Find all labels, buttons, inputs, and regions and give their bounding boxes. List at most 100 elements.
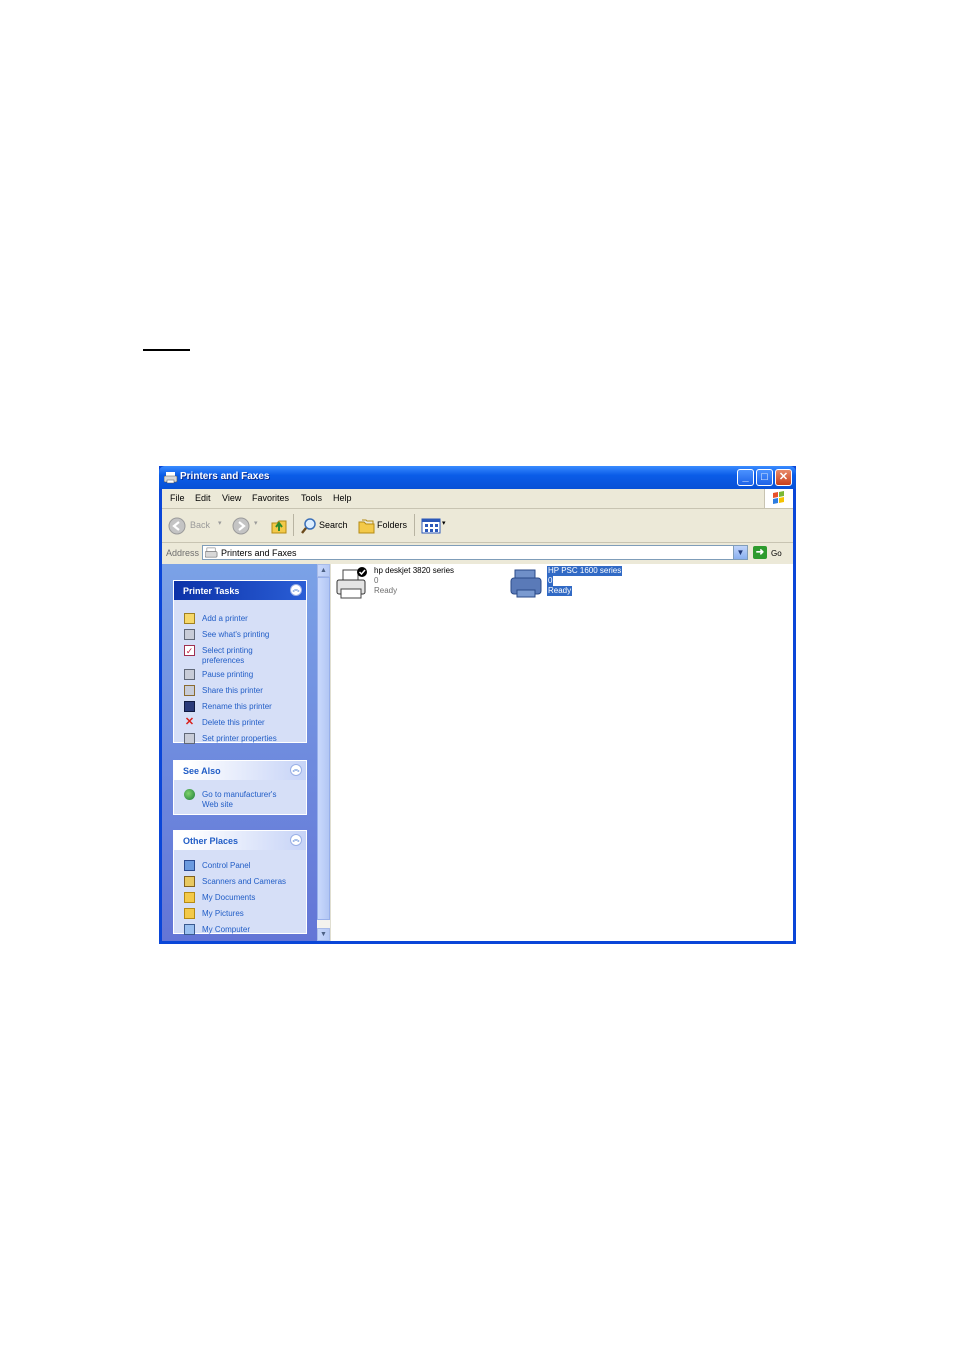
toolbar-separator (414, 514, 415, 536)
vertical-scrollbar[interactable]: ▲ ▼ (317, 564, 331, 941)
printer-name: hp deskjet 3820 series (374, 566, 455, 575)
address-value: Printers and Faxes (221, 548, 297, 558)
scroll-down-icon[interactable]: ▼ (317, 928, 330, 941)
printer-folder-icon (164, 472, 178, 484)
views-dropdown-icon[interactable]: ▾ (442, 519, 446, 527)
task-label: Add a printer (202, 614, 248, 623)
printer-tasks-header[interactable]: Printer Tasks ︽ (174, 581, 306, 600)
forward-arrow-icon (232, 517, 250, 535)
folders-label: Folders (377, 520, 408, 530)
printer-queue-icon (184, 629, 195, 640)
task-label: Scanners and Cameras (202, 877, 287, 886)
search-label: Search (319, 520, 348, 530)
printer-item-psc[interactable]: HP PSC 1600 series 0 Ready (509, 566, 639, 604)
printer-name: HP PSC 1600 series (547, 566, 623, 576)
printer-list-view: ▲ ▼ hp deskjet 3820 series 0 Ready HP PS… (317, 564, 793, 941)
task-label-line2: Web site (202, 800, 233, 809)
back-arrow-icon (168, 517, 186, 535)
pause-printer-icon (184, 669, 195, 680)
preferences-icon: ✓ (184, 645, 195, 656)
task-label: Select printing (202, 646, 253, 655)
maximize-button[interactable]: □ (756, 469, 773, 486)
computer-icon (184, 924, 195, 935)
task-label: See what's printing (202, 630, 270, 639)
folder-icon (184, 892, 195, 903)
forward-dropdown-icon[interactable]: ▾ (254, 519, 258, 527)
share-printer-icon (184, 685, 195, 696)
rename-icon (184, 701, 195, 712)
menu-edit[interactable]: Edit (195, 493, 211, 503)
task-label: Delete this printer (202, 718, 265, 727)
go-button[interactable]: Go (771, 549, 782, 558)
delete-icon: ✕ (184, 716, 195, 728)
printer-status: Ready (374, 586, 398, 595)
scanner-icon (184, 876, 195, 887)
address-label: Address (166, 548, 200, 558)
printer-item-deskjet[interactable]: hp deskjet 3820 series 0 Ready (334, 566, 484, 604)
menu-view[interactable]: View (222, 493, 241, 503)
menu-bar: File Edit View Favorites Tools Help (162, 489, 793, 509)
back-dropdown-icon[interactable]: ▾ (218, 519, 222, 527)
minimize-button[interactable]: _ (737, 469, 754, 486)
go-arrow-icon[interactable]: ➜ (753, 546, 767, 559)
window-client: File Edit View Favorites Tools Help Back… (162, 489, 793, 941)
menu-help[interactable]: Help (333, 493, 352, 503)
printer-jobs: 0 (374, 576, 379, 585)
window-title: Printers and Faxes (180, 471, 270, 482)
see-also-panel: See Also ︽ Go to manufacturer's Web site (173, 760, 307, 815)
task-label: My Documents (202, 893, 256, 902)
task-label: My Computer (202, 925, 251, 934)
other-places-header[interactable]: Other Places ︽ (174, 831, 306, 850)
explorer-window: Printers and Faxes _ □ ✕ File Edit View … (159, 466, 796, 944)
toolbar: Back ▾ ▾ Search Folders ▾ (162, 509, 793, 543)
title-bar[interactable]: Printers and Faxes _ □ ✕ (159, 466, 796, 489)
collapse-icon[interactable]: ︽ (290, 764, 302, 776)
address-bar: Address Printers and Faxes ▼ ➜ Go (162, 543, 793, 563)
panel-title: See Also (183, 766, 221, 776)
other-places-panel: Other Places ︽ Control Panel Scanners an… (173, 830, 307, 935)
task-pane: Printer Tasks ︽ Add a printer See what's… (162, 564, 317, 941)
views-icon (421, 518, 441, 534)
page-underline (143, 349, 190, 351)
windows-logo (764, 489, 793, 508)
printer-icon (510, 569, 542, 598)
close-button[interactable]: ✕ (775, 469, 792, 486)
scroll-up-icon[interactable]: ▲ (317, 564, 330, 577)
task-label: Share this printer (202, 686, 263, 695)
panel-title: Printer Tasks (183, 586, 240, 596)
address-input[interactable]: Printers and Faxes ▼ (202, 545, 748, 560)
toolbar-separator (293, 514, 294, 536)
task-label: Control Panel (202, 861, 251, 870)
scroll-thumb[interactable] (317, 577, 330, 920)
task-label: My Pictures (202, 909, 244, 918)
address-dropdown-icon[interactable]: ▼ (733, 546, 747, 559)
control-panel-icon (184, 860, 195, 871)
task-label: Go to manufacturer's (202, 790, 277, 799)
globe-icon (184, 789, 195, 800)
menu-tools[interactable]: Tools (301, 493, 322, 503)
forward-button[interactable]: ▾ (230, 515, 260, 537)
properties-icon (184, 733, 195, 744)
up-folder-icon[interactable] (270, 516, 288, 535)
task-label-line2: preferences (202, 656, 245, 665)
back-button[interactable]: Back ▾ (166, 515, 222, 537)
collapse-icon[interactable]: ︽ (290, 584, 302, 596)
search-button[interactable]: Search (298, 515, 353, 537)
printer-status: Ready (547, 586, 573, 596)
panel-title: Other Places (183, 836, 239, 846)
collapse-icon[interactable]: ︽ (290, 834, 302, 846)
printer-jobs: 0 (547, 576, 554, 586)
see-also-header[interactable]: See Also ︽ (174, 761, 306, 780)
add-printer-icon (184, 613, 195, 624)
folders-button[interactable]: Folders (356, 515, 412, 537)
folders-icon (358, 519, 375, 534)
printer-tasks-panel: Printer Tasks ︽ Add a printer See what's… (173, 580, 307, 744)
task-label: Pause printing (202, 670, 254, 679)
menu-file[interactable]: File (170, 493, 185, 503)
views-button[interactable]: ▾ (419, 515, 449, 537)
menu-favorites[interactable]: Favorites (252, 493, 289, 503)
pictures-folder-icon (184, 908, 195, 919)
search-icon (301, 518, 316, 534)
windows-flag-icon (773, 491, 784, 504)
printer-icon (336, 567, 367, 599)
